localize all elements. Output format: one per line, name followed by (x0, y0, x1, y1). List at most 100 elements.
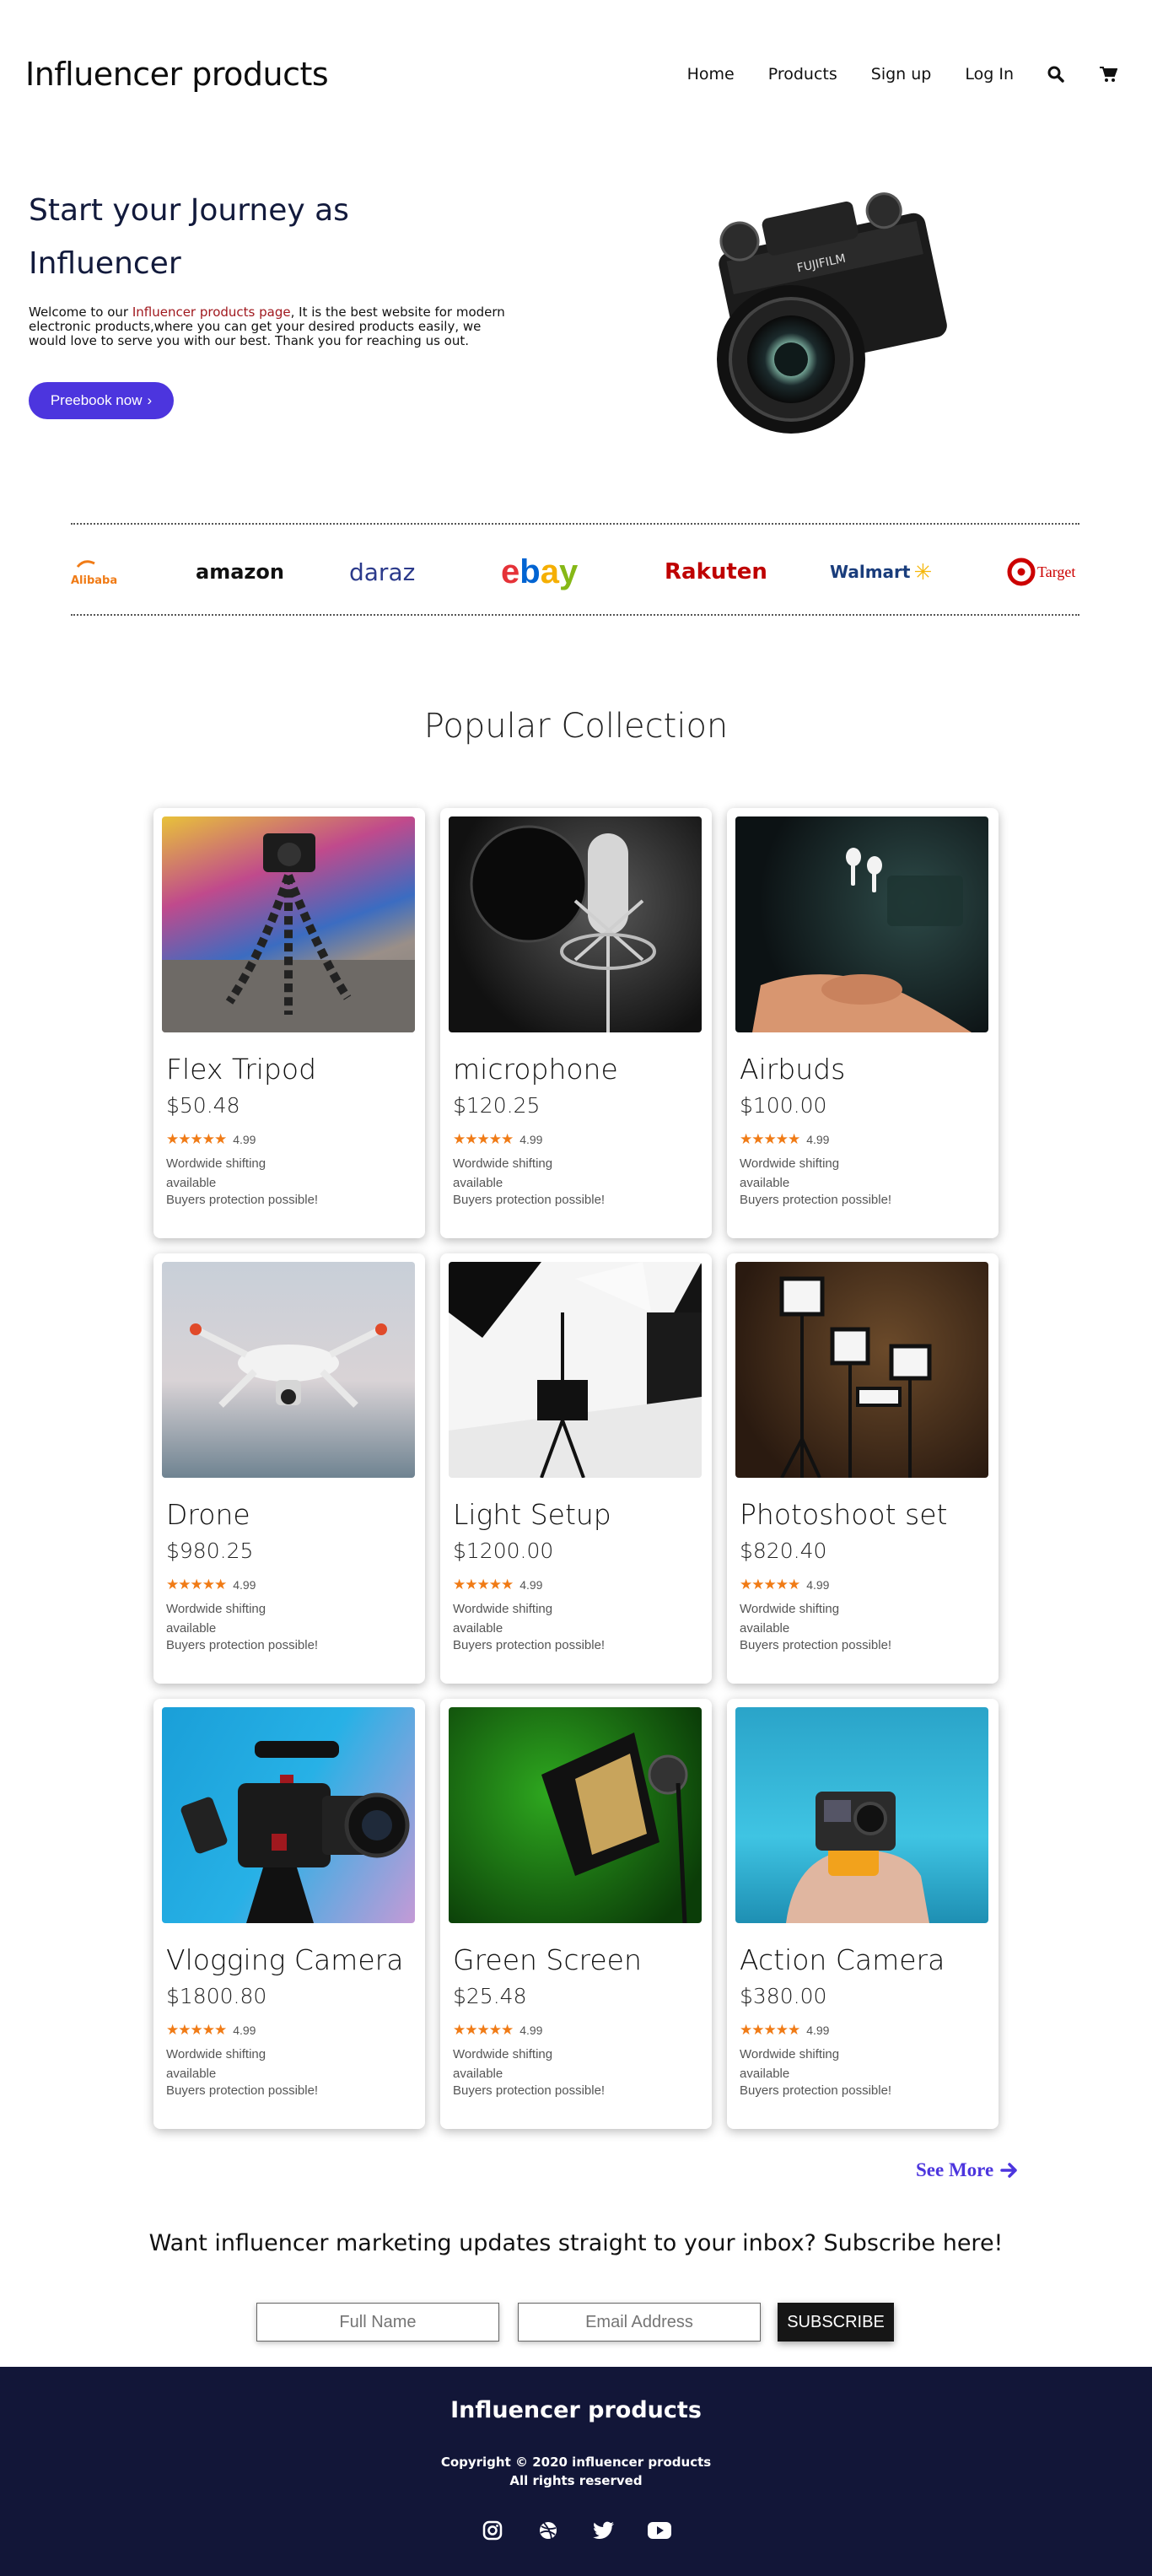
product-image-photoshoot-set (735, 1262, 988, 1478)
footer-copyright: Copyright © 2020 influencer products All… (0, 2453, 1152, 2490)
cart-icon[interactable] (1098, 64, 1118, 84)
site-header: Influencer products Home Products Sign u… (0, 0, 1152, 152)
shipping-info: Wordwide shifting available (740, 1602, 840, 1636)
protection-info: Buyers protection possible! (740, 1638, 892, 1652)
product-price: $25.48 (453, 1984, 527, 2008)
product-price: $380.00 (740, 1984, 827, 2008)
protection-info: Buyers protection possible! (166, 2083, 319, 2098)
brand-rakuten[interactable]: Rakuten (665, 555, 767, 589)
product-name: Drone (166, 1498, 250, 1531)
shipping-info: Wordwide shifting available (453, 2047, 553, 2081)
star-rating-icon: ★★★★★ (166, 1576, 227, 1592)
product-card[interactable]: Green Screen $25.48 ★★★★★ 4.99 Wordwide s… (440, 1699, 712, 2129)
star-rating-icon: ★★★★★ (740, 1131, 800, 1147)
product-rating: ★★★★★ 4.99 (740, 1576, 829, 1593)
product-price: $100.00 (740, 1093, 827, 1118)
product-price: $980.25 (166, 1539, 254, 1563)
chevron-right-icon: › (147, 392, 153, 408)
brand-daraz[interactable]: daraz (349, 555, 415, 589)
nav-login[interactable]: Log In (965, 65, 1014, 84)
product-name: microphone (453, 1053, 618, 1086)
hero-description: Welcome to our Influencer products page,… (29, 305, 518, 348)
protection-info: Buyers protection possible! (740, 2083, 892, 2098)
brand-alibaba-label: Alibaba (71, 574, 117, 587)
product-rating: ★★★★★ 4.99 (453, 2022, 542, 2039)
shipping-info: Wordwide shifting available (453, 1602, 553, 1636)
main-nav: Home Products Sign up Log In (654, 64, 1118, 84)
product-name: Vlogging Camera (166, 1943, 404, 1976)
hero-camera-image: FUJIFILM (681, 174, 977, 461)
protection-info: Buyers protection possible! (166, 1638, 319, 1652)
preorder-label: Preebook now (50, 392, 143, 408)
collection-title: Popular Collection (423, 707, 729, 746)
product-card[interactable]: microphone $120.25 ★★★★★ 4.99 Wordwide sh… (440, 808, 712, 1238)
search-icon[interactable] (1046, 64, 1066, 84)
nav-signup[interactable]: Sign up (871, 65, 932, 84)
product-card[interactable]: Action Camera $380.00 ★★★★★ 4.99 Wordwide… (727, 1699, 999, 2129)
star-rating-icon: ★★★★★ (453, 1576, 514, 1592)
email-input[interactable] (518, 2303, 761, 2342)
rating-score: 4.99 (806, 1133, 830, 1146)
product-name: Flex Tripod (166, 1053, 317, 1086)
brand-target-label: Target (1037, 563, 1076, 580)
shipping-info: Wordwide shifting available (166, 2047, 266, 2081)
product-price: $1200.00 (453, 1539, 554, 1563)
rating-score: 4.99 (233, 1578, 256, 1592)
product-card[interactable]: Light Setup $1200.00 ★★★★★ 4.99 Wordwide … (440, 1253, 712, 1684)
product-image-microphone (449, 816, 702, 1032)
product-card[interactable]: Flex Tripod $50.48 ★★★★★ 4.99 Wordwide sh… (153, 808, 425, 1238)
hero-title: Start your Journey as Influencer (29, 193, 349, 281)
product-image-light-setup (449, 1262, 702, 1478)
shipping-info: Wordwide shifting available (740, 1156, 840, 1190)
product-card[interactable]: Airbuds $100.00 ★★★★★ 4.99 Wordwide shift… (727, 808, 999, 1238)
nav-home[interactable]: Home (687, 65, 735, 84)
brand-walmart[interactable]: Walmart ✳ (830, 555, 932, 589)
product-price: $820.40 (740, 1539, 827, 1563)
dribbble-icon[interactable] (536, 2519, 560, 2542)
product-image-drone (162, 1262, 415, 1478)
nav-products[interactable]: Products (768, 65, 837, 84)
product-rating: ★★★★★ 4.99 (740, 1131, 829, 1148)
product-name: Light Setup (453, 1498, 611, 1531)
shipping-info: Wordwide shifting available (166, 1602, 266, 1636)
twitter-icon[interactable] (592, 2519, 616, 2542)
product-card[interactable]: Vlogging Camera $1800.80 ★★★★★ 4.99 Wordw… (153, 1699, 425, 2129)
brand-target[interactable]: Target (1007, 555, 1075, 589)
protection-info: Buyers protection possible! (166, 1193, 319, 1207)
product-card[interactable]: Photoshoot set $820.40 ★★★★★ 4.99 Wordwid… (727, 1253, 999, 1684)
social-links (0, 2519, 1152, 2542)
brand-ebay[interactable]: ebay (501, 553, 578, 590)
see-more-link[interactable]: See More (916, 2159, 1019, 2181)
star-rating-icon: ★★★★★ (166, 2022, 227, 2038)
target-icon (1007, 558, 1036, 586)
product-name: Airbuds (740, 1053, 846, 1086)
product-image-flex-tripod (162, 816, 415, 1032)
brand-alibaba[interactable]: Alibaba (71, 555, 121, 589)
star-rating-icon: ★★★★★ (166, 1131, 227, 1147)
preorder-button[interactable]: Preebook now › (29, 382, 174, 419)
shipping-info: Wordwide shifting available (740, 2047, 840, 2081)
site-footer: Influencer products Copyright © 2020 inf… (0, 2367, 1152, 2576)
arrow-right-icon (1000, 2163, 1017, 2178)
product-name: Green Screen (453, 1943, 642, 1976)
footer-brand: Influencer products (450, 2397, 702, 2423)
product-name: Photoshoot set (740, 1498, 948, 1531)
instagram-icon[interactable] (481, 2519, 504, 2542)
full-name-input[interactable] (256, 2303, 499, 2342)
youtube-icon[interactable] (648, 2519, 671, 2542)
hero-text-highlight[interactable]: Influencer products page (132, 304, 291, 320)
star-rating-icon: ★★★★★ (453, 2022, 514, 2038)
walmart-spark-icon: ✳ (913, 558, 933, 585)
brand-amazon[interactable]: amazon (196, 555, 284, 589)
product-name: Action Camera (740, 1943, 945, 1976)
site-brand[interactable]: Influencer products (25, 56, 329, 93)
see-more-label: See More (916, 2159, 994, 2180)
copyright-text: Copyright © 2020 influencer products (440, 2455, 712, 2470)
hero-text-start: Welcome to our (29, 304, 132, 320)
product-rating: ★★★★★ 4.99 (166, 2022, 256, 2039)
rating-score: 4.99 (519, 1133, 543, 1146)
product-card[interactable]: Drone $980.25 ★★★★★ 4.99 Wordwide shiftin… (153, 1253, 425, 1684)
subscribe-title: Want influencer marketing updates straig… (148, 2230, 1004, 2256)
product-image-action-camera (735, 1707, 988, 1923)
subscribe-button[interactable]: SUBSCRIBE (778, 2303, 894, 2342)
